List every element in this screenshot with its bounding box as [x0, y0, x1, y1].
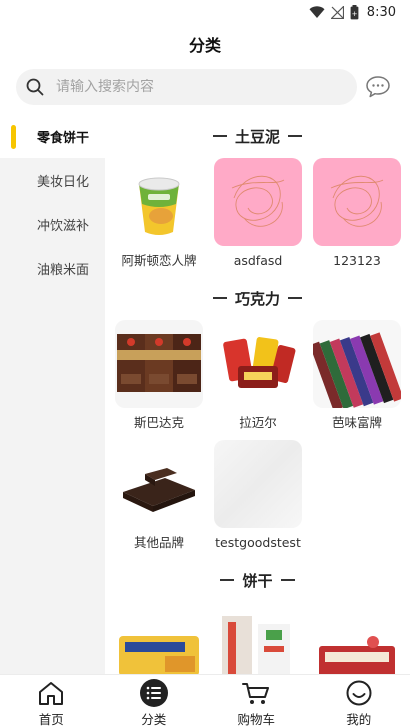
product-area: 土豆泥 阿斯顿恋人牌 asdfasd 123123 巧克力 斯巴达克 拉迈尔 芭… [105, 114, 410, 674]
product-image-biscuit-box [313, 606, 401, 674]
chat-bubble-icon [366, 76, 390, 98]
page-title: 分类 [188, 36, 221, 55]
category-sidebar: 零食饼干 美妆日化 冲饮滋补 油粮米面 [0, 114, 105, 674]
product-name: 阿斯顿恋人牌 [121, 253, 197, 268]
wifi-icon [309, 5, 325, 18]
product-card[interactable] [313, 606, 401, 674]
product-name: asdfasd [233, 253, 283, 268]
home-icon [37, 679, 65, 707]
tab-label: 分类 [141, 712, 167, 727]
smile-icon [345, 679, 373, 707]
chat-button[interactable] [363, 72, 393, 102]
no-signal-icon [330, 5, 344, 19]
product-image-placeholder [214, 440, 302, 528]
tab-mine[interactable]: 我的 [308, 675, 410, 728]
product-name: 其他品牌 [133, 535, 184, 550]
tab-category[interactable]: 分类 [103, 675, 206, 728]
product-card[interactable]: 阿斯顿恋人牌 [115, 158, 203, 270]
divider [212, 297, 227, 299]
product-grid: 阿斯顿恋人牌 asdfasd 123123 [105, 158, 410, 270]
category-list-icon [139, 679, 169, 707]
status-time: 8:30 [366, 4, 396, 20]
product-card[interactable]: 斯巴达克 [115, 320, 203, 432]
tab-label: 首页 [38, 712, 64, 727]
product-card[interactable]: 其他品牌 [115, 440, 203, 552]
product-image-placeholder [313, 158, 401, 246]
product-image-potato-cup [115, 158, 203, 246]
product-card[interactable]: 芭味富牌 [313, 320, 401, 432]
product-name: 斯巴达克 [133, 415, 184, 430]
bottom-tab-bar: 首页 分类 购物车 我的 [0, 674, 410, 728]
tab-home[interactable]: 首页 [0, 675, 103, 728]
product-card[interactable]: 123123 [313, 158, 401, 270]
search-input[interactable] [56, 79, 306, 95]
product-image-placeholder [214, 158, 302, 246]
sidebar-item-label: 冲饮滋补 [37, 218, 90, 234]
divider [212, 135, 227, 137]
sidebar-item-label: 油粮米面 [37, 262, 90, 278]
product-card[interactable] [115, 606, 203, 674]
divider [288, 135, 302, 137]
search-icon [26, 78, 44, 96]
status-bar: + 8:30 [0, 0, 410, 24]
sidebar-item-snacks[interactable]: 零食饼干 [0, 114, 105, 158]
category-content: 零食饼干 美妆日化 冲饮滋补 油粮米面 土豆泥 阿斯顿恋人牌 asdfasd 1… [0, 114, 410, 674]
search-box[interactable] [16, 69, 357, 105]
section-title: 饼干 [242, 571, 273, 590]
title-bar: 分类 [0, 24, 410, 64]
product-image-chocolate-row [313, 320, 401, 408]
product-card[interactable]: asdfasd [214, 158, 302, 270]
search-row [0, 66, 410, 108]
product-name: 123123 [333, 253, 381, 268]
product-image-chocolate-bars [115, 320, 203, 408]
product-name: 芭味富牌 [331, 415, 382, 430]
product-name: 拉迈尔 [239, 415, 277, 430]
battery-icon: + [350, 4, 359, 19]
product-image-candy-pack [214, 320, 302, 408]
sidebar-item-cosmetics[interactable]: 美妆日化 [0, 158, 105, 202]
product-name: testgoodstest [215, 535, 301, 550]
product-grid: 斯巴达克 拉迈尔 芭味富牌 其他品牌 testgoodstest [105, 320, 410, 552]
section-header: 饼干 [105, 558, 410, 602]
svg-text:+: + [351, 10, 357, 18]
product-image-cracker-pack [115, 606, 203, 674]
divider [220, 579, 235, 581]
cart-icon [241, 679, 271, 707]
tab-label: 我的 [346, 712, 372, 727]
section-header: 巧克力 [105, 276, 410, 320]
product-card[interactable]: testgoodstest [214, 440, 302, 552]
sidebar-item-label: 美妆日化 [37, 174, 90, 190]
product-grid [105, 606, 410, 674]
section-title: 土豆泥 [234, 127, 280, 146]
sidebar-item-label: 零食饼干 [37, 130, 90, 146]
sidebar-item-drinks[interactable]: 冲饮滋补 [0, 202, 105, 246]
product-image-wafer-pack [214, 606, 302, 674]
product-card[interactable] [214, 606, 302, 674]
divider [280, 579, 295, 581]
product-card[interactable]: 拉迈尔 [214, 320, 302, 432]
tab-label: 购物车 [237, 712, 275, 727]
section-header: 土豆泥 [105, 114, 410, 158]
sidebar-item-grains[interactable]: 油粮米面 [0, 246, 105, 290]
section-title: 巧克力 [234, 289, 280, 308]
tab-cart[interactable]: 购物车 [205, 675, 308, 728]
product-image-dark-chocolate [115, 440, 203, 528]
divider [288, 297, 302, 299]
